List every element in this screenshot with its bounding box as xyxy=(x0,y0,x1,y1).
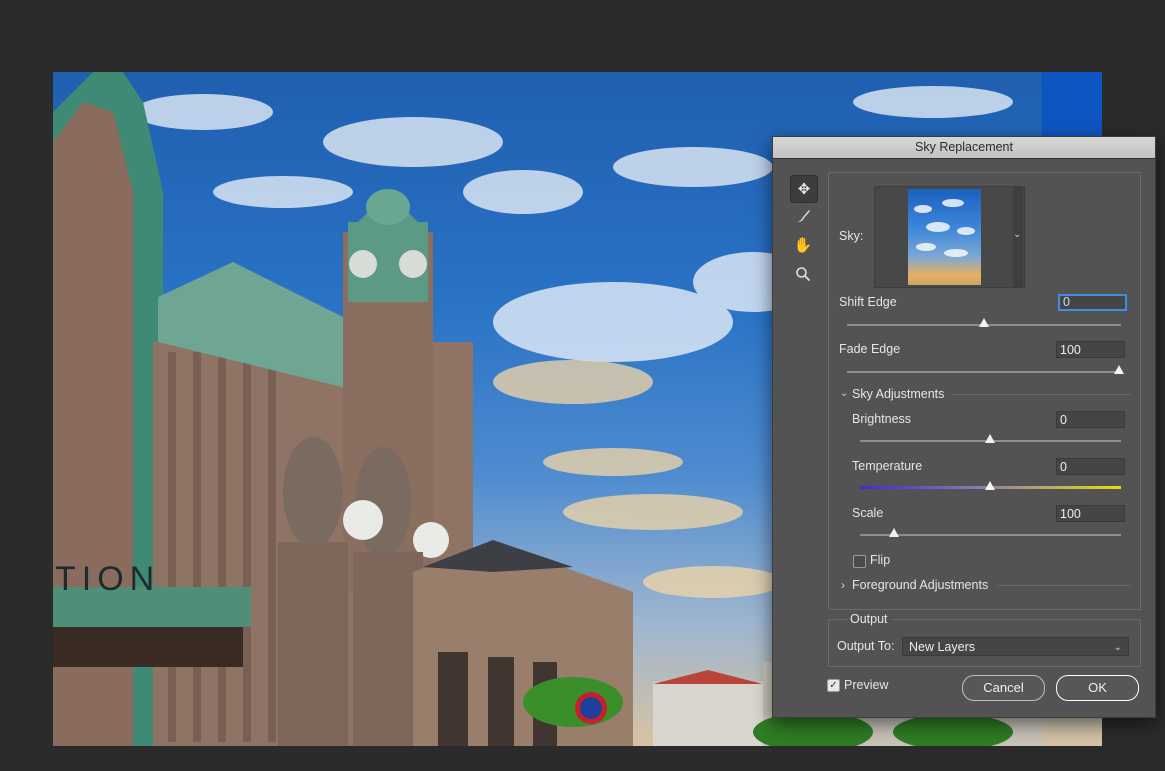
foreground-adjustments-chevron-icon[interactable]: › xyxy=(841,578,845,592)
fade-edge-label: Fade Edge xyxy=(839,342,901,356)
zoom-icon[interactable] xyxy=(790,261,816,287)
output-to-select[interactable]: New Layers ⌄ xyxy=(902,637,1129,656)
sky-adjustments-header[interactable]: Sky Adjustments xyxy=(852,387,944,401)
sky-thumbnail xyxy=(908,189,981,285)
station-sign-text: TION xyxy=(55,560,160,598)
output-to-value: New Layers xyxy=(909,640,975,654)
output-to-label: Output To: xyxy=(837,639,895,653)
shift-edge-slider-thumb[interactable] xyxy=(979,318,989,327)
cancel-button[interactable]: Cancel xyxy=(962,675,1045,701)
sky-dropdown-chevron-icon[interactable]: ⌄ xyxy=(1013,229,1021,240)
output-section-label: Output xyxy=(847,612,891,626)
settings-panel: Sky: ⌄ Shift Edge 0 Fade Edge 100 ⌄ Sky … xyxy=(828,172,1141,610)
flip-checkbox[interactable] xyxy=(853,555,866,568)
flip-label: Flip xyxy=(870,553,891,567)
scale-slider-thumb[interactable] xyxy=(889,528,899,537)
sky-preset-picker[interactable] xyxy=(874,186,1025,288)
output-to-chevron-icon: ⌄ xyxy=(1113,642,1122,653)
hand-icon[interactable]: ✋ xyxy=(790,232,816,258)
temperature-input[interactable]: 0 xyxy=(1056,458,1125,475)
fade-edge-slider-track[interactable] xyxy=(847,371,1121,373)
temperature-label: Temperature xyxy=(852,459,923,473)
move-tool-icon[interactable]: ✥ xyxy=(790,175,818,203)
brightness-label: Brightness xyxy=(852,412,912,426)
preview-checkbox[interactable]: ✓ xyxy=(827,679,840,692)
scale-slider-track[interactable] xyxy=(860,534,1121,536)
brightness-slider-thumb[interactable] xyxy=(985,434,995,443)
fade-edge-slider-thumb[interactable] xyxy=(1114,365,1124,374)
fade-edge-input[interactable]: 100 xyxy=(1056,341,1125,358)
shift-edge-input[interactable]: 0 xyxy=(1058,294,1127,311)
dialog-title: Sky Replacement xyxy=(773,137,1155,159)
preview-label: Preview xyxy=(844,678,889,692)
sky-replacement-dialog: Sky Replacement ✥ ✋ Sky: ⌄ Shift Edge 0 … xyxy=(772,136,1156,718)
scale-input[interactable]: 100 xyxy=(1056,505,1125,522)
scale-label: Scale xyxy=(852,506,884,520)
sky-label: Sky: xyxy=(839,229,864,243)
brightness-input[interactable]: 0 xyxy=(1056,411,1125,428)
foreground-adjustments-header[interactable]: Foreground Adjustments xyxy=(852,578,988,592)
output-panel: Output Output To: New Layers ⌄ xyxy=(828,612,1141,667)
section-divider xyxy=(997,585,1131,586)
ok-button[interactable]: OK xyxy=(1056,675,1139,701)
section-divider xyxy=(951,394,1131,395)
sky-brush-icon[interactable] xyxy=(790,203,816,229)
sky-adjustments-chevron-icon[interactable]: ⌄ xyxy=(840,388,848,399)
temperature-slider-thumb[interactable] xyxy=(985,481,995,490)
shift-edge-label: Shift Edge xyxy=(839,295,897,309)
